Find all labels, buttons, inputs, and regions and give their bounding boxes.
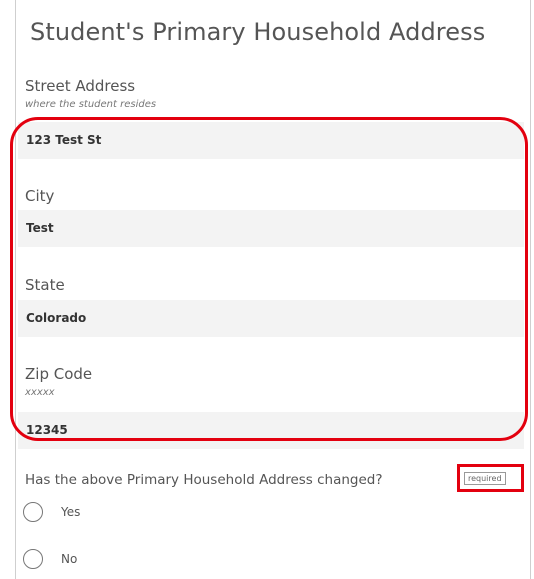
zip-code-label: Zip Code bbox=[25, 365, 93, 383]
radio-label-no: No bbox=[61, 552, 78, 566]
radio-option-yes[interactable]: Yes bbox=[23, 501, 80, 523]
radio-button-icon[interactable] bbox=[23, 502, 43, 522]
radio-label-yes: Yes bbox=[61, 505, 81, 519]
section-title: Student's Primary Household Address bbox=[30, 18, 486, 46]
zip-code-hint: xxxxx bbox=[25, 387, 55, 398]
radio-button-icon[interactable] bbox=[23, 549, 43, 569]
state-field[interactable]: Colorado bbox=[18, 300, 524, 337]
city-label: City bbox=[25, 187, 55, 205]
required-highlight-box: required bbox=[457, 464, 524, 492]
street-address-label: Street Address bbox=[25, 77, 136, 95]
address-changed-question: Has the above Primary Household Address … bbox=[25, 472, 383, 488]
radio-option-no[interactable]: No bbox=[23, 548, 77, 570]
city-field[interactable]: Test bbox=[18, 210, 524, 247]
street-address-field[interactable]: 123 Test St bbox=[18, 122, 524, 159]
state-label: State bbox=[25, 276, 65, 294]
zip-code-field[interactable]: 12345 bbox=[18, 412, 524, 449]
street-address-hint: where the student resides bbox=[25, 99, 157, 110]
required-badge: required bbox=[464, 472, 506, 485]
